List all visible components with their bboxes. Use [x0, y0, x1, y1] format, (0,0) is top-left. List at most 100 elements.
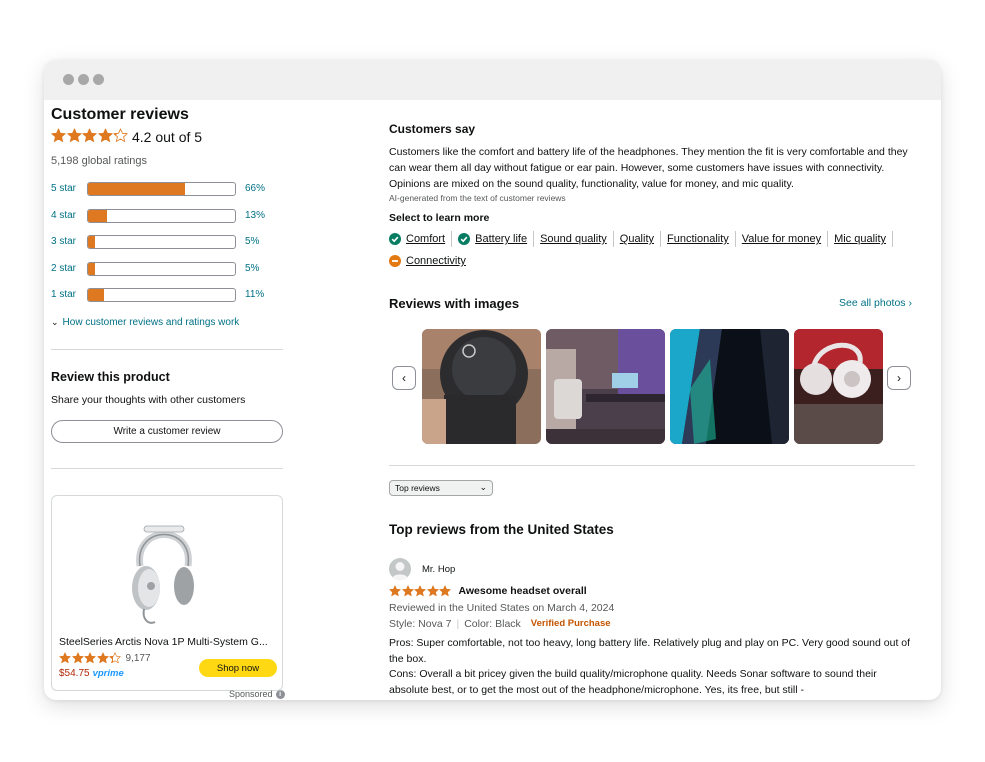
aspect-chip[interactable]: Value for money — [741, 231, 829, 247]
review-attributes: Style: Nova 7 | Color: Black Verified Pu… — [389, 618, 611, 630]
histogram-star-label[interactable]: 2 star — [51, 263, 76, 274]
histogram-percent[interactable]: 11% — [245, 289, 264, 300]
histogram-bar-fill — [88, 289, 105, 301]
star-icon — [439, 585, 451, 597]
histogram-percent[interactable]: 5% — [245, 263, 259, 274]
carousel-prev-button[interactable]: ‹ — [392, 366, 416, 390]
reviews-detail-column: Customers say Customers like the comfort… — [389, 100, 915, 700]
ad-rating-count: 9,177 — [125, 652, 151, 664]
window-dot-icon — [78, 74, 89, 85]
histogram-bar[interactable] — [87, 235, 236, 249]
star-icon — [51, 128, 66, 142]
histogram-star-label[interactable]: 3 star — [51, 236, 76, 247]
customers-say-summary: Customers like the comfort and battery l… — [389, 146, 908, 190]
histogram-bar-fill — [88, 183, 186, 195]
average-rating-text: 4.2 out of 5 — [132, 129, 203, 145]
shop-now-button[interactable]: Shop now — [199, 659, 277, 677]
ad-rating[interactable]: 9,177 — [59, 652, 151, 664]
how-reviews-work-label: How customer reviews and ratings work — [62, 317, 240, 328]
aspect-label: Functionality — [667, 233, 729, 245]
carousel-next-button[interactable]: › — [887, 366, 911, 390]
aspect-label: Value for money — [741, 233, 822, 245]
ad-price-line: $54.75 vprime — [59, 668, 124, 679]
chevron-down-icon: ⌄ — [51, 317, 59, 327]
how-reviews-work-link[interactable]: ⌄ How customer reviews and ratings work — [51, 317, 239, 328]
check-circle-icon — [458, 233, 471, 245]
review-image-thumbnail[interactable] — [422, 329, 541, 444]
histogram-bar[interactable] — [87, 288, 236, 302]
star-icon — [113, 128, 128, 142]
review-color[interactable]: Color: Black — [464, 618, 521, 630]
histogram-percent[interactable]: 13% — [245, 210, 265, 221]
select-to-learn-title: Select to learn more — [389, 212, 490, 224]
section-divider — [51, 468, 283, 469]
star-icon — [426, 585, 439, 597]
write-review-button[interactable]: Write a customer review — [51, 420, 283, 443]
chevron-left-icon: ‹ — [402, 371, 406, 385]
sponsored-label[interactable]: Sponsored i — [229, 689, 285, 699]
reviews-with-images-title: Reviews with images — [389, 296, 520, 311]
ad-price: $54.75 — [59, 668, 90, 679]
histogram-percent[interactable]: 5% — [245, 236, 259, 247]
review-body: Pros: Super comfortable, not too heavy, … — [389, 636, 915, 698]
review-headline[interactable]: Awesome headset overall — [459, 585, 587, 597]
histogram-bar-fill — [88, 209, 108, 222]
sponsored-product-card[interactable]: SteelSeries Arctis Nova 1P Multi-System … — [51, 495, 283, 691]
star-icon — [66, 128, 82, 142]
review-image-thumbnail[interactable] — [794, 329, 883, 444]
histogram-bar[interactable] — [87, 182, 236, 196]
reviewer-avatar[interactable] — [389, 558, 411, 580]
review-image-thumbnail[interactable] — [670, 329, 789, 444]
star-icon — [84, 652, 96, 664]
sort-selected-value: Top reviews — [395, 483, 440, 493]
global-ratings-count: 5,198 global ratings — [51, 155, 148, 167]
top-reviews-title: Top reviews from the United States — [389, 522, 614, 537]
aspect-chip[interactable]: Sound quality — [540, 231, 614, 247]
star-icon — [401, 585, 414, 597]
aspect-chip[interactable]: Quality — [620, 231, 662, 247]
attribute-separator: | — [456, 618, 460, 630]
review-product-title: Review this product — [51, 370, 170, 384]
histogram-star-label[interactable]: 5 star — [51, 183, 76, 194]
average-rating-stars[interactable] — [51, 128, 129, 143]
histogram-bar[interactable] — [87, 208, 236, 223]
aspect-label: Mic quality — [834, 233, 887, 245]
star-icon — [97, 128, 113, 142]
histogram-row[interactable]: 2 star 5% — [51, 261, 284, 277]
review-date: Reviewed in the United States on March 4… — [389, 602, 615, 614]
histogram-star-label[interactable]: 1 star — [51, 289, 76, 300]
star-icon — [59, 652, 71, 664]
histogram-star-label[interactable]: 4 star — [51, 210, 76, 221]
review-rating-line[interactable]: Awesome headset overall — [389, 585, 587, 597]
histogram-bar-fill — [88, 236, 96, 248]
histogram-percent[interactable]: 66% — [245, 183, 265, 194]
ad-product-title[interactable]: SteelSeries Arctis Nova 1P Multi-System … — [59, 636, 279, 648]
sort-reviews-select[interactable]: Top reviews ⌄ — [389, 480, 493, 496]
reviewer-name[interactable]: Mr. Hop — [422, 564, 455, 575]
aspect-chip[interactable]: Functionality — [667, 231, 736, 247]
review-image-thumbnail[interactable] — [546, 329, 665, 444]
customers-say-title: Customers say — [389, 122, 476, 136]
review-aspects-list: Comfort Battery life Sound quality Quality F… — [389, 231, 909, 269]
sponsored-text: Sponsored — [229, 689, 273, 699]
histogram-row[interactable]: 1 star 11% — [51, 287, 284, 303]
review-rating-stars — [389, 585, 452, 597]
histogram-row[interactable]: 5 star 66% — [51, 181, 284, 197]
histogram-row[interactable]: 3 star 5% — [51, 234, 284, 250]
section-divider — [51, 349, 283, 350]
verified-purchase-badge: Verified Purchase — [530, 618, 611, 629]
aspect-chip[interactable]: Mic quality — [834, 231, 894, 247]
review-images-carousel: ‹ › — [389, 329, 915, 444]
aspect-chip[interactable]: Connectivity — [389, 253, 472, 269]
review-cons-text: Cons: Overall a bit pricey given the bui… — [389, 668, 877, 696]
aspect-chip[interactable]: Battery life — [458, 231, 535, 247]
histogram-bar[interactable] — [87, 261, 236, 276]
see-all-photos-link[interactable]: See all photos › — [839, 297, 912, 309]
histogram-row[interactable]: 4 star 13% — [51, 208, 284, 224]
review-pros-text: Pros: Super comfortable, not too heavy, … — [389, 637, 911, 665]
review-style[interactable]: Style: Nova 7 — [389, 618, 451, 630]
headset-product-image[interactable] — [124, 504, 204, 629]
star-icon — [414, 585, 426, 597]
aspect-chip[interactable]: Comfort — [389, 231, 453, 247]
star-icon — [109, 652, 121, 664]
